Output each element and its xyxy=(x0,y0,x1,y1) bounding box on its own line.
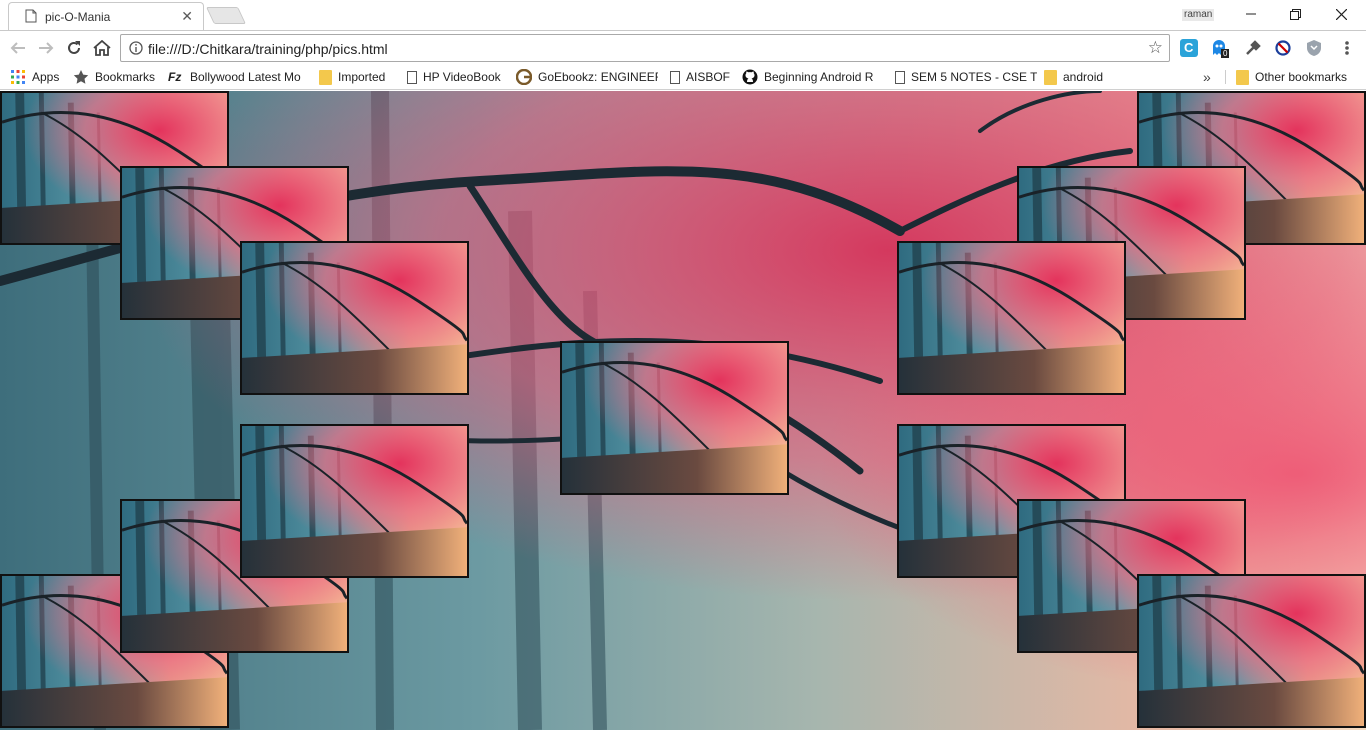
bookmark-bookmarks[interactable]: Bookmarks xyxy=(73,68,159,86)
bookmark-label: SEM 5 NOTES - CSE T xyxy=(911,70,1037,84)
close-icon xyxy=(1335,8,1347,20)
bookmark-android[interactable]: android xyxy=(1044,68,1114,86)
tab-title: pic-O-Mania xyxy=(45,10,111,24)
bookmarks-overflow-button[interactable]: » xyxy=(1203,68,1217,86)
home-icon xyxy=(93,40,111,56)
bookmark-sem5-notes[interactable]: SEM 5 NOTES - CSE T xyxy=(893,68,1037,86)
restore-button[interactable] xyxy=(1272,0,1318,28)
minimize-icon xyxy=(1246,13,1256,15)
bookmark-hp-videobook[interactable]: HP VideoBook xyxy=(405,68,509,86)
back-arrow-icon xyxy=(10,42,25,54)
gallery-image xyxy=(240,241,469,395)
bookmark-label: Bollywood Latest Mo xyxy=(190,70,301,84)
minimize-button[interactable] xyxy=(1228,0,1274,28)
bookmark-label: android xyxy=(1063,70,1104,84)
title-bar: pic-O-Mania ✕ raman xyxy=(0,0,1366,30)
page-icon xyxy=(407,70,417,84)
bookmark-goebookz[interactable]: GoEbookz: ENGINEEF xyxy=(516,68,658,86)
page-icon xyxy=(670,70,680,84)
bookmark-bollywood[interactable]: Fz Bollywood Latest Mo xyxy=(168,68,304,86)
bookmark-label: Apps xyxy=(32,70,60,84)
profile-name[interactable]: raman xyxy=(1182,9,1215,21)
apps-grid-icon xyxy=(11,70,25,84)
bookmark-label: Imported xyxy=(338,70,386,84)
other-bookmarks[interactable]: Other bookmarks xyxy=(1236,68,1364,86)
reload-button[interactable] xyxy=(63,37,85,59)
bookmark-apps[interactable]: Apps xyxy=(10,68,66,86)
block-icon[interactable] xyxy=(1274,39,1292,57)
close-window-button[interactable] xyxy=(1318,0,1364,28)
page-icon xyxy=(895,70,905,84)
bookmark-aisbof[interactable]: AISBOF xyxy=(668,68,734,86)
folder-icon xyxy=(1044,69,1057,85)
fz-icon: Fz xyxy=(168,70,182,84)
gallery-image xyxy=(560,341,789,495)
folder-icon xyxy=(319,69,332,85)
github-icon xyxy=(742,69,758,85)
bookmark-imported[interactable]: Imported xyxy=(319,68,395,86)
restore-icon xyxy=(1289,8,1301,20)
gallery-image xyxy=(240,424,469,578)
info-icon[interactable] xyxy=(129,41,143,55)
extension-c-icon[interactable]: C xyxy=(1180,39,1198,57)
page-icon xyxy=(25,9,37,23)
address-bar[interactable]: file:///D:/Chitkara/training/php/pics.ht… xyxy=(120,34,1170,62)
extension-ghost-icon[interactable]: 0 xyxy=(1210,39,1230,58)
tab-close-icon[interactable]: ✕ xyxy=(181,8,193,24)
g-logo-icon xyxy=(516,69,532,85)
bookmarks-divider xyxy=(1225,70,1226,84)
bookmark-star-icon[interactable]: ☆ xyxy=(1148,38,1163,58)
browser-tab[interactable]: pic-O-Mania ✕ xyxy=(8,2,204,30)
gallery-image xyxy=(1137,574,1366,728)
menu-kebab-icon[interactable] xyxy=(1338,39,1356,57)
home-button[interactable] xyxy=(91,37,113,59)
reload-icon xyxy=(68,41,80,54)
bookmark-label: Bookmarks xyxy=(95,70,156,84)
url-text[interactable]: file:///D:/Chitkara/training/php/pics.ht… xyxy=(148,41,388,57)
extension-badge: 0 xyxy=(1221,49,1230,58)
new-tab-button[interactable] xyxy=(206,7,246,24)
bookmark-label: AISBOF xyxy=(686,70,731,84)
gallery-image xyxy=(897,241,1126,395)
bookmark-label: GoEbookz: ENGINEEF xyxy=(538,70,658,84)
bookmark-beginning-android[interactable]: Beginning Android R xyxy=(742,68,882,86)
shield-icon[interactable] xyxy=(1305,39,1323,57)
toolbar: file:///D:/Chitkara/training/php/pics.ht… xyxy=(0,30,1366,64)
bookmark-label: HP VideoBook xyxy=(423,70,501,84)
back-button[interactable] xyxy=(7,37,29,59)
bookmark-label: Other bookmarks xyxy=(1255,70,1348,84)
forward-arrow-icon xyxy=(39,42,54,54)
bookmarks-bar: Apps Bookmarks Fz Bollywood Latest Mo Im… xyxy=(0,64,1366,90)
page-viewport xyxy=(0,91,1366,730)
star-icon xyxy=(73,70,89,84)
forward-button[interactable] xyxy=(35,37,57,59)
bookmark-label: Beginning Android R xyxy=(764,70,874,84)
folder-icon xyxy=(1236,69,1249,85)
eyedropper-icon[interactable] xyxy=(1244,39,1262,57)
